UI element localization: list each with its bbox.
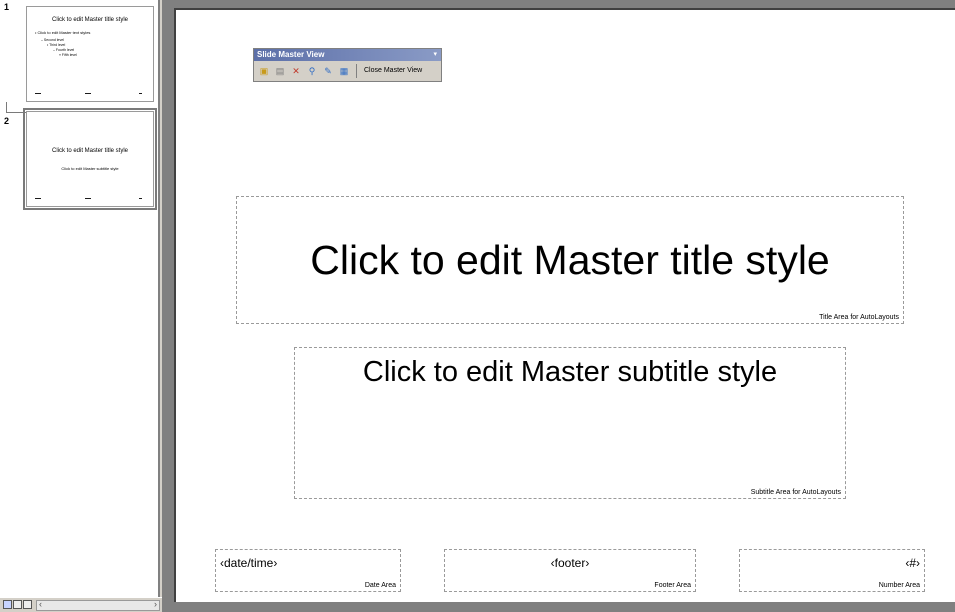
thumbnail-title: Click to edit Master title style [51,17,129,23]
date-text[interactable]: ‹date/time› [220,556,277,570]
insert-new-title-master-icon[interactable]: ▤ [274,65,286,77]
date-area-label: Date Area [364,582,396,589]
thumbnail-text-line: – Second level [41,38,64,42]
thumbnail-footer-mark: ▬ [139,91,142,95]
normal-view-icon[interactable] [3,600,12,609]
thumbnail-footer-mark: ▬ [139,196,142,200]
thumbnail-text-line: » Fifth level [59,53,77,57]
title-placeholder[interactable]: Click to edit Master title style Title A… [236,196,904,324]
title-area-label: Title Area for AutoLayouts [819,314,899,321]
thumbnail-text-line: – Fourth level [53,48,75,52]
horizontal-scrollbar[interactable]: ‹ › [36,599,160,611]
slide-canvas: Slide Master View ▾ ▣ ▤ ✕ ⚲ ✎ ▦ Close Ma… [162,0,955,612]
date-placeholder[interactable]: ‹date/time› Date Area [215,549,401,592]
footer-area-label: Footer Area [654,582,691,589]
number-placeholder[interactable]: ‹#› Number Area [739,549,925,592]
view-bar: ‹ › [0,597,166,612]
thumbnail-footer-mark: ▬▬ [85,91,91,95]
master-title-text[interactable]: Click to edit Master title style [237,237,903,284]
preserve-master-icon[interactable]: ⚲ [306,65,318,77]
slide-master-view-toolbar[interactable]: Slide Master View ▾ ▣ ▤ ✕ ⚲ ✎ ▦ Close Ma… [253,48,442,82]
footer-text[interactable]: ‹footer› [445,556,695,570]
footer-placeholder[interactable]: ‹footer› Footer Area [444,549,696,592]
delete-master-icon[interactable]: ✕ [290,65,302,77]
thumbnail-number-2: 2 [4,116,10,126]
thumbnail-title: Click to edit Master title style [51,148,129,154]
scroll-right-icon[interactable]: › [154,599,157,609]
subtitle-area-label: Subtitle Area for AutoLayouts [750,489,841,496]
master-slide[interactable]: Slide Master View ▾ ▣ ▤ ✕ ⚲ ✎ ▦ Close Ma… [174,8,955,602]
thumbnail-footer-mark: ▬▬ [85,196,91,200]
close-master-view-button[interactable]: Close Master View [363,64,423,78]
thumbnail-connector [6,102,27,113]
insert-new-slide-master-icon[interactable]: ▣ [258,65,270,77]
thumbnail-text-line: • Third level [47,43,66,47]
number-area-label: Number Area [878,582,920,589]
thumbnail-footer-mark: ▬▬ [35,91,41,95]
master-subtitle-text[interactable]: Click to edit Master subtitle style [295,356,845,389]
slide-thumbnail-2[interactable]: Click to edit Master title style Click t… [23,108,157,210]
rename-master-icon[interactable]: ✎ [322,65,334,77]
slide-number-text[interactable]: ‹#› [905,556,920,570]
thumbnail-footer-mark: ▬▬ [35,196,41,200]
scroll-left-icon[interactable]: ‹ [39,599,42,609]
slide-sorter-view-icon[interactable] [13,600,22,609]
thumbnail-number-1: 1 [4,2,10,12]
slide-thumbnail-pane[interactable]: 1 Click to edit Master title style • Cli… [0,0,160,612]
slide-thumbnail-1[interactable]: Click to edit Master title style • Click… [26,6,154,102]
toolbar-options-icon[interactable]: ▾ [433,49,437,61]
toolbar-title[interactable]: Slide Master View [254,49,441,61]
subtitle-placeholder[interactable]: Click to edit Master subtitle style Subt… [294,347,846,499]
toolbar-separator [356,64,357,78]
slide-show-view-icon[interactable] [23,600,32,609]
thumbnail-text-line: • Click to edit Master text styles [35,30,91,35]
thumbnail-subtitle: Click to edit Master subtitle style [61,166,119,171]
master-layout-icon[interactable]: ▦ [338,65,350,77]
